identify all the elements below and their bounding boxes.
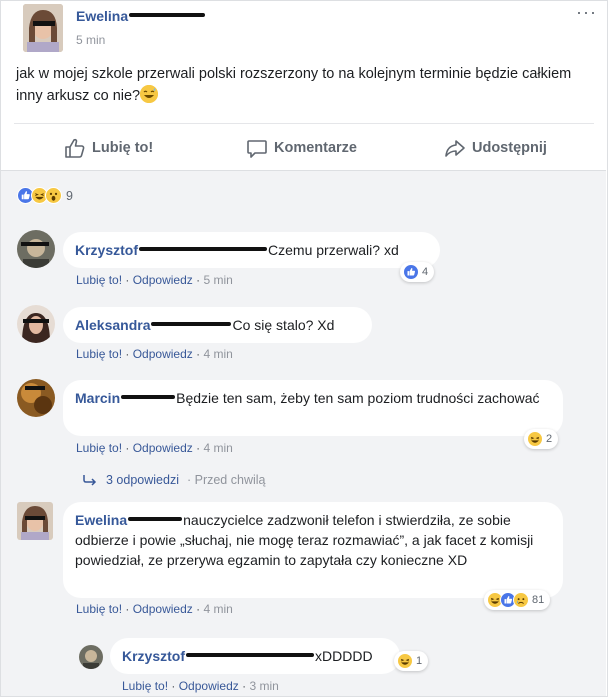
replies-time: Przed chwilą <box>194 473 266 487</box>
comment-reply-link[interactable]: Odpowiedz <box>133 347 193 361</box>
avatar[interactable] <box>17 230 55 268</box>
haha-reaction-icon <box>527 431 543 447</box>
reactions-count[interactable]: 9 <box>66 189 73 203</box>
comment-meta: Lubię to! · Odpowiedz · 4 min <box>76 347 233 361</box>
like-label: Lubię to! <box>92 140 154 156</box>
comment-time[interactable]: 4 min <box>203 347 232 361</box>
haha-reaction-icon <box>397 653 413 669</box>
reaction-count: 81 <box>532 594 545 606</box>
thumbs-up-icon <box>65 138 85 158</box>
comment-meta: Lubię to! · Odpowiedz · 4 min <box>76 602 233 616</box>
wow-reaction-icon <box>45 187 62 204</box>
reply-reply-link[interactable]: Odpowiedz <box>179 679 239 693</box>
comment-time[interactable]: 4 min <box>203 441 232 455</box>
post-author-name[interactable]: Ewelina <box>76 8 206 24</box>
share-arrow-icon <box>445 140 465 157</box>
comment-text: Będzie ten sam, żeby ten sam poziom trud… <box>176 390 540 406</box>
reaction-count: 1 <box>416 655 423 667</box>
comment-like-link[interactable]: Lubię to! <box>76 273 122 287</box>
comment-like-link[interactable]: Lubię to! <box>76 602 122 616</box>
comment-bubble: Marcin Będzie ten sam, żeby ten sam pozio… <box>63 380 563 436</box>
comment-like-link[interactable]: Lubię to! <box>76 441 122 455</box>
divider <box>1 170 606 171</box>
comment-bubble: Ewelina nauczycielce zadzwonił telefon i … <box>63 502 563 598</box>
more-options-icon[interactable]: ··· <box>576 2 597 23</box>
reply-text: xDDDDD <box>315 648 373 664</box>
avatar[interactable] <box>17 379 55 417</box>
comment-icon <box>247 140 267 158</box>
reply-arrow-icon <box>83 475 97 486</box>
comment-label: Komentarze <box>274 140 357 156</box>
reply-time[interactable]: 3 min <box>249 679 278 693</box>
avatar[interactable] <box>17 305 55 343</box>
avatar[interactable] <box>79 645 103 669</box>
reply-meta: Lubię to! · Odpowiedz · 3 min <box>122 679 279 693</box>
replies-count[interactable]: 3 odpowiedzi <box>106 473 179 487</box>
comment-reactions[interactable]: 81 <box>484 590 551 610</box>
comment-button[interactable]: Komentarze <box>246 137 357 159</box>
post-timestamp[interactable]: 5 min <box>76 33 105 47</box>
reaction-count: 4 <box>422 266 429 278</box>
comment-time[interactable]: 5 min <box>203 273 232 287</box>
comment-reactions[interactable]: 4 <box>400 262 435 282</box>
comment-reply-link[interactable]: Odpowiedz <box>133 273 193 287</box>
reply-like-link[interactable]: Lubię to! <box>122 679 168 693</box>
comment-meta: Lubię to! · Odpowiedz · 5 min <box>76 273 233 287</box>
comment-text: Co się stalo? Xd <box>232 317 335 333</box>
post-author-avatar[interactable] <box>23 4 63 52</box>
comment-bubble: Aleksandra Co się stalo? Xd <box>63 307 372 343</box>
comment-text: Czemu przerwali? xd <box>268 242 399 258</box>
share-button[interactable]: Udostępnij <box>444 137 547 159</box>
comment-reply-link[interactable]: Odpowiedz <box>133 441 193 455</box>
comment-author[interactable]: Ewelina <box>75 512 183 528</box>
like-button[interactable]: Lubię to! <box>64 137 153 159</box>
reaction-count: 2 <box>546 433 553 445</box>
comment-reply-link[interactable]: Odpowiedz <box>133 602 193 616</box>
share-label: Udostępnij <box>472 140 547 156</box>
reply-bubble: Krzysztof xDDDDD <box>110 638 400 674</box>
comment-author[interactable]: Krzysztof <box>75 242 268 258</box>
comment-bubble: Krzysztof Czemu przerwali? xd <box>63 232 440 268</box>
post-text: jak w mojej szkole przerwali polski rozs… <box>16 66 572 104</box>
comment-like-link[interactable]: Lubię to! <box>76 347 122 361</box>
comment-reactions[interactable]: 2 <box>524 429 559 449</box>
reactions-summary[interactable]: 9 <box>17 187 73 204</box>
divider <box>14 123 594 124</box>
grinning-sweat-emoji-icon <box>140 85 159 103</box>
reply-reactions[interactable]: 1 <box>394 651 429 671</box>
comment-time[interactable]: 4 min <box>203 602 232 616</box>
comment-author[interactable]: Marcin <box>75 390 176 406</box>
comment-author[interactable]: Aleksandra <box>75 317 232 333</box>
reply-author[interactable]: Krzysztof <box>122 648 315 664</box>
like-reaction-icon <box>403 264 419 280</box>
comment-meta: Lubię to! · Odpowiedz · 4 min <box>76 441 233 455</box>
avatar[interactable] <box>17 502 53 540</box>
sad-reaction-icon <box>513 592 529 608</box>
view-replies-link[interactable]: 3 odpowiedzi · Przed chwilą <box>82 473 265 487</box>
